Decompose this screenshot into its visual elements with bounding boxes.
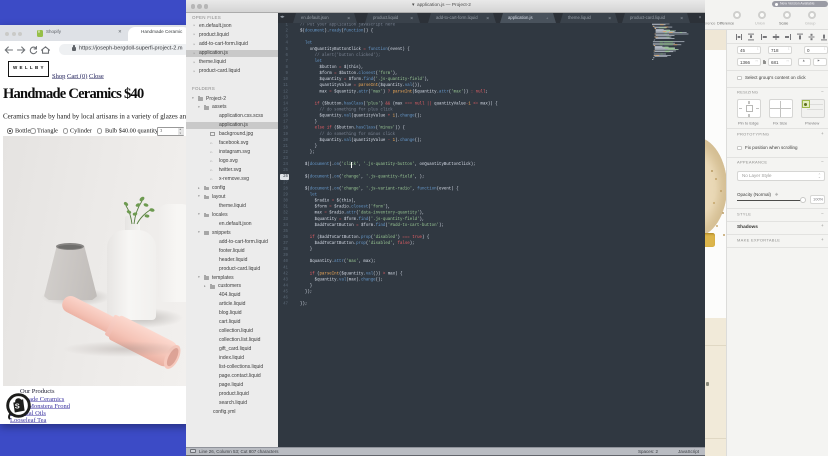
svg-text:S: S: [15, 401, 20, 410]
